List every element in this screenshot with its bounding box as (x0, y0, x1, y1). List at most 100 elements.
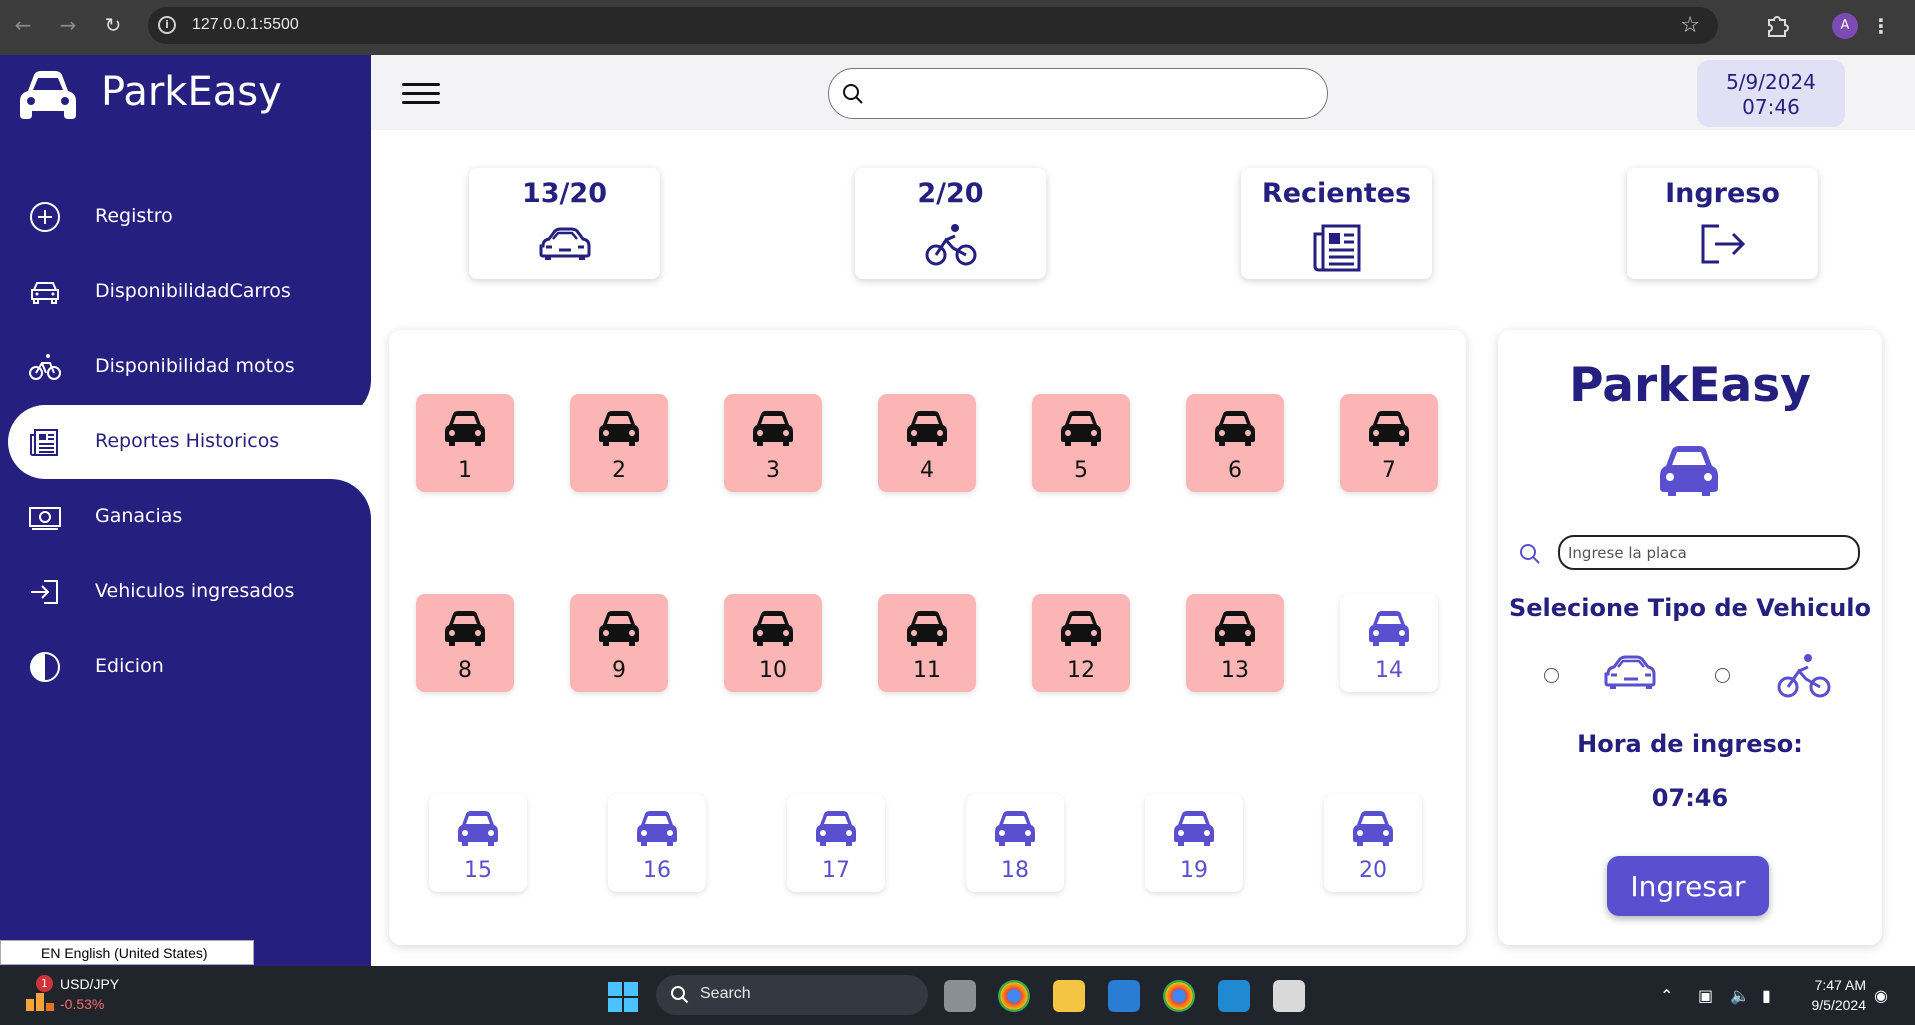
back-icon[interactable]: ← (10, 12, 36, 38)
stat-title: Ingreso (1665, 178, 1780, 209)
windows-start-icon[interactable] (608, 982, 638, 1012)
plus-circle-icon (30, 202, 60, 232)
sidebar-item-vehiculos-ingresados[interactable]: Vehiculos ingresados (8, 555, 371, 629)
search-input[interactable] (828, 68, 1328, 119)
parking-slot-17[interactable]: 17 (787, 794, 885, 892)
system-clock[interactable]: 7:47 AM 9/5/2024 (1796, 975, 1867, 1015)
car-icon (753, 611, 793, 646)
car-icon (1061, 411, 1101, 446)
parking-slot-2[interactable]: 2 (570, 394, 668, 492)
address-bar[interactable]: i 127.0.0.1:5500 ☆ (148, 7, 1718, 44)
car-icon (31, 282, 59, 304)
parking-slot-9[interactable]: 9 (570, 594, 668, 692)
stat-card-bikes[interactable]: 2/20 (855, 168, 1046, 279)
sidebar-item-disponibilidad-motos[interactable]: Disponibilidad motos (8, 330, 371, 404)
car-icon[interactable] (1602, 652, 1660, 694)
slot-number: 17 (822, 858, 850, 883)
money-icon (29, 507, 61, 530)
vscode-icon[interactable] (1218, 980, 1250, 1012)
sidebar: ParkEasy Registro DisponibilidadCarros D… (0, 55, 371, 966)
slot-number: 20 (1359, 858, 1387, 883)
slot-number: 16 (643, 858, 671, 883)
battery-icon[interactable]: ▮ (1762, 986, 1771, 1005)
parking-slot-1[interactable]: 1 (416, 394, 514, 492)
parking-slot-7[interactable]: 7 (1340, 394, 1438, 492)
parking-slot-13[interactable]: 13 (1186, 594, 1284, 692)
parking-slot-18[interactable]: 18 (966, 794, 1064, 892)
parking-slot-3[interactable]: 3 (724, 394, 822, 492)
car-icon (995, 811, 1035, 846)
tray-chevron-icon[interactable]: ⌃ (1660, 986, 1673, 1005)
car-icon (1353, 811, 1393, 846)
profile-avatar[interactable]: A (1832, 13, 1858, 39)
car-icon (1369, 411, 1409, 446)
parking-slot-15[interactable]: 15 (429, 794, 527, 892)
ticker-name[interactable]: USD/JPY (60, 976, 119, 992)
chrome-icon[interactable] (1163, 980, 1195, 1012)
mail-icon[interactable] (1108, 980, 1140, 1012)
hamburger-menu-icon[interactable] (402, 83, 440, 105)
snipping-tool-icon[interactable] (1273, 980, 1305, 1012)
bookmark-star-icon[interactable]: ☆ (1680, 13, 1700, 38)
bicycle-icon[interactable] (1777, 652, 1831, 700)
sidebar-item-ganacias[interactable]: Ganacias (8, 480, 371, 554)
parking-slot-10[interactable]: 10 (724, 594, 822, 692)
task-view-icon[interactable] (944, 980, 976, 1012)
bike-type-radio[interactable] (1715, 668, 1730, 683)
parking-slot-12[interactable]: 12 (1032, 594, 1130, 692)
sidebar-item-reportes-historicos[interactable]: Reportes Historicos (8, 405, 371, 479)
search-icon (1520, 544, 1540, 564)
sidebar-item-label: Disponibilidad motos (95, 355, 295, 377)
parking-slot-11[interactable]: 11 (878, 594, 976, 692)
datetime-display: 5/9/2024 07:46 (1697, 60, 1845, 127)
car-icon (753, 411, 793, 446)
parking-slot-19[interactable]: 19 (1145, 794, 1243, 892)
newspaper-icon (1313, 224, 1360, 272)
sidebar-item-registro[interactable]: Registro (8, 180, 371, 254)
file-explorer-icon[interactable] (1053, 980, 1085, 1012)
search-icon (843, 84, 863, 104)
slot-number: 1 (458, 458, 472, 483)
car-icon (1215, 411, 1255, 446)
car-icon (458, 811, 498, 846)
sidebar-item-disponibilidad-carros[interactable]: DisponibilidadCarros (8, 255, 371, 329)
sidebar-item-label: DisponibilidadCarros (95, 280, 291, 302)
ingresar-button[interactable]: Ingresar (1607, 856, 1769, 916)
car-icon (599, 411, 639, 446)
language-bar[interactable]: EN English (United States) (0, 940, 254, 965)
stat-card-cars[interactable]: 13/20 (469, 168, 660, 279)
logout-icon (1701, 224, 1745, 264)
brand-car-icon (20, 71, 76, 119)
topbar: 5/9/2024 07:46 (371, 55, 1915, 130)
browser-menu-icon[interactable]: ⋮ (1866, 12, 1896, 40)
car-type-radio[interactable] (1544, 668, 1559, 683)
forward-icon[interactable]: → (55, 12, 81, 38)
vehicle-type-label: Selecione Tipo de Vehiculo (1508, 594, 1872, 622)
notification-bell-icon[interactable]: ◉ (1874, 986, 1888, 1005)
parking-slot-4[interactable]: 4 (878, 394, 976, 492)
parking-slot-6[interactable]: 6 (1186, 394, 1284, 492)
chrome-profile-icon[interactable] (998, 980, 1030, 1012)
site-info-icon[interactable]: i (158, 16, 176, 34)
plate-input[interactable] (1558, 535, 1860, 570)
parking-slot-14[interactable]: 14 (1340, 594, 1438, 692)
volume-icon[interactable]: 🔈 (1730, 986, 1750, 1005)
ticker-change: -0.53% (60, 996, 105, 1012)
parking-slot-16[interactable]: 16 (608, 794, 706, 892)
display-icon[interactable]: ▣ (1698, 986, 1713, 1005)
stat-card-ingreso[interactable]: Ingreso (1627, 168, 1818, 279)
extensions-icon[interactable] (1762, 11, 1792, 41)
slot-number: 15 (464, 858, 492, 883)
sidebar-item-edicion[interactable]: Edicion (8, 630, 371, 704)
slot-number: 13 (1221, 658, 1249, 683)
parking-slot-5[interactable]: 5 (1032, 394, 1130, 492)
stat-title: 13/20 (521, 178, 607, 209)
stat-card-recientes[interactable]: Recientes (1241, 168, 1432, 279)
taskbar-search[interactable]: Search (656, 975, 928, 1015)
parking-slot-20[interactable]: 20 (1324, 794, 1422, 892)
car-icon (1369, 611, 1409, 646)
url-text: 127.0.0.1:5500 (192, 16, 299, 33)
parking-slot-8[interactable]: 8 (416, 594, 514, 692)
slot-number: 14 (1375, 658, 1403, 683)
reload-icon[interactable]: ↻ (100, 12, 126, 38)
